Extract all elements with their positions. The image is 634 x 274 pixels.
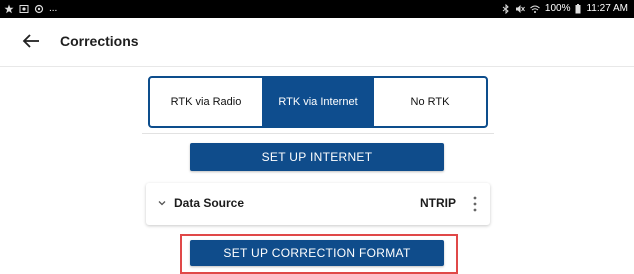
- data-source-row[interactable]: Data Source NTRIP: [146, 183, 490, 225]
- status-overflow: ...: [49, 3, 58, 14]
- set-up-internet-button[interactable]: SET UP INTERNET: [190, 143, 444, 171]
- status-bar: ... 100% 11:27 AM: [0, 0, 634, 18]
- rtk-via-internet-option[interactable]: RTK via Internet: [262, 78, 374, 126]
- settings-icon: [34, 4, 44, 14]
- more-options-icon[interactable]: [472, 195, 478, 213]
- wifi-icon: [530, 5, 540, 13]
- status-right-icons: 100% 11:27 AM: [502, 3, 628, 14]
- data-source-label: Data Source: [174, 196, 245, 210]
- status-left-icons: ...: [4, 3, 57, 15]
- back-arrow-icon[interactable]: [20, 30, 42, 52]
- bluetooth-icon: [502, 3, 509, 14]
- page-title: Corrections: [60, 33, 139, 49]
- photo-icon: [19, 5, 29, 13]
- battery-percent: 100%: [544, 3, 571, 14]
- rtk-mode-selector: RTK via Radio RTK via Internet No RTK: [148, 76, 488, 128]
- data-source-value: NTRIP: [420, 196, 456, 210]
- battery-icon: [575, 3, 581, 13]
- rtk-via-radio-option[interactable]: RTK via Radio: [150, 78, 262, 126]
- no-rtk-option[interactable]: No RTK: [374, 78, 486, 126]
- app-bar: Corrections: [0, 18, 634, 67]
- section-divider: [142, 133, 494, 134]
- star-icon: [4, 4, 14, 14]
- chevron-down-icon[interactable]: [156, 197, 168, 209]
- mute-icon: [515, 4, 525, 13]
- set-up-correction-format-button[interactable]: SET UP CORRECTION FORMAT: [190, 240, 444, 266]
- status-time: 11:27 AM: [586, 3, 628, 14]
